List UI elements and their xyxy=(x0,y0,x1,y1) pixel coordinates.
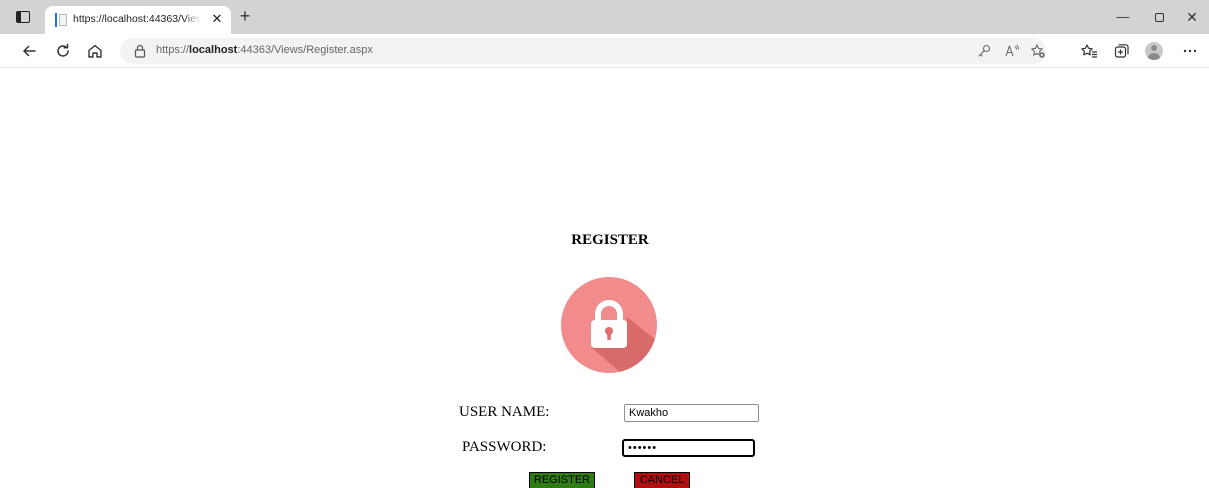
url-scheme: https:// xyxy=(156,44,190,56)
key-icon[interactable] xyxy=(976,43,992,59)
password-label: PASSWORD: xyxy=(462,439,547,455)
tab-strip: https://localhost:44363/Views/Register.a… xyxy=(0,0,1209,34)
username-label: USER NAME: xyxy=(459,404,550,420)
favorites-icon[interactable] xyxy=(1080,42,1098,60)
cancel-button[interactable]: CANCEL xyxy=(634,472,690,488)
tab-register[interactable]: https://localhost:44363/Views/Register.a… xyxy=(45,6,231,34)
lock-icon[interactable] xyxy=(134,44,146,58)
url-host: localhost xyxy=(189,44,238,56)
address-bar[interactable]: https://localhost:44363/Views/Register.a… xyxy=(120,38,1046,64)
profile-avatar-icon[interactable] xyxy=(1145,42,1163,60)
page-title: REGISTER xyxy=(571,232,649,248)
more-icon[interactable] xyxy=(1181,42,1199,60)
tab-actions-icon[interactable] xyxy=(14,9,32,25)
refresh-icon[interactable] xyxy=(54,42,72,60)
home-icon[interactable] xyxy=(86,42,104,60)
password-input[interactable] xyxy=(622,439,755,457)
minimize-icon[interactable]: — xyxy=(1113,8,1133,26)
tab-close-icon[interactable]: ✕ xyxy=(209,11,225,27)
url-path: :44363/Views/Register.aspx xyxy=(237,44,373,56)
back-icon[interactable] xyxy=(20,42,38,60)
add-favorite-icon[interactable] xyxy=(1030,43,1046,59)
browser-toolbar: https://localhost:44363/Views/Register.a… xyxy=(0,34,1209,68)
register-button[interactable]: REGISTER xyxy=(529,472,595,488)
url-text[interactable]: https://localhost:44363/Views/Register.a… xyxy=(156,44,373,58)
window-close-icon[interactable]: ✕ xyxy=(1182,8,1202,26)
page-favicon-icon xyxy=(55,13,67,27)
padlock-icon xyxy=(561,277,657,373)
username-input[interactable] xyxy=(624,404,759,422)
collections-icon[interactable] xyxy=(1113,42,1131,60)
tab-title: https://localhost:44363/Views/Register.a… xyxy=(73,13,201,27)
maximize-icon[interactable] xyxy=(1149,8,1169,26)
read-aloud-icon[interactable] xyxy=(1004,43,1020,59)
new-tab-icon[interactable]: + xyxy=(236,7,254,25)
